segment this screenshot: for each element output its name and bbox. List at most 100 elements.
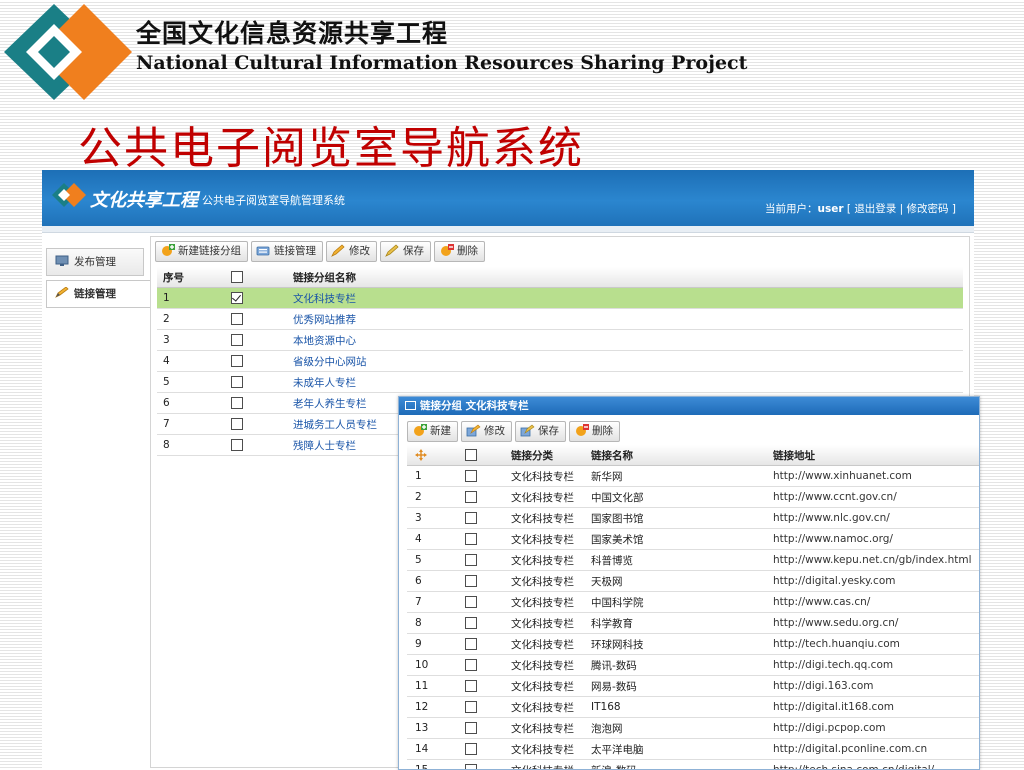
group-name-link[interactable]: 省级分中心网站: [287, 351, 963, 372]
row-category: 文化科技专栏: [503, 655, 583, 676]
row-link-name: IT168: [583, 697, 765, 718]
edit-label: 修改: [349, 245, 370, 257]
col-header-index: 序号: [157, 267, 225, 288]
row-checkbox[interactable]: [465, 617, 477, 629]
move-icon: [415, 449, 427, 461]
table-row[interactable]: 7文化科技专栏中国科学院http://www.cas.cn/: [407, 592, 980, 613]
row-checkbox[interactable]: [465, 638, 477, 650]
row-checkbox[interactable]: [231, 439, 243, 451]
body-top-strip: [42, 226, 974, 233]
table-row[interactable]: 1文化科技专栏新华网http://www.xinhuanet.com: [407, 466, 980, 487]
row-checkbox[interactable]: [465, 722, 477, 734]
row-checkbox[interactable]: [465, 596, 477, 608]
sidebar-item-link-manage[interactable]: 链接管理: [46, 280, 154, 308]
row-checkbox[interactable]: [231, 418, 243, 430]
save-button[interactable]: 保存: [380, 241, 431, 262]
row-checkbox[interactable]: [465, 491, 477, 503]
row-checkbox[interactable]: [465, 743, 477, 755]
table-row[interactable]: 11文化科技专栏网易-数码http://digi.163.com: [407, 676, 980, 697]
edit-button[interactable]: 修改: [326, 241, 377, 262]
popup-title: 链接分组 文化科技专栏: [420, 400, 529, 412]
row-index: 4: [157, 351, 225, 372]
select-all-checkbox[interactable]: [465, 449, 477, 461]
row-select: [225, 330, 287, 351]
table-row[interactable]: 5未成年人专栏: [157, 372, 963, 393]
row-category: 文化科技专栏: [503, 613, 583, 634]
table-row[interactable]: 15文化科技专栏新浪-数码http://tech.sina.com.cn/dig…: [407, 760, 980, 770]
row-link-name: 新华网: [583, 466, 765, 487]
table-row[interactable]: 2优秀网站推荐: [157, 309, 963, 330]
row-checkbox[interactable]: [231, 397, 243, 409]
row-checkbox[interactable]: [231, 355, 243, 367]
group-name-link[interactable]: 未成年人专栏: [287, 372, 963, 393]
row-checkbox[interactable]: [465, 470, 477, 482]
table-row[interactable]: 12文化科技专栏IT168http://digital.it168.com: [407, 697, 980, 718]
row-checkbox[interactable]: [231, 292, 243, 304]
group-name-link[interactable]: 本地资源中心: [287, 330, 963, 351]
sidebar-item-publish[interactable]: 发布管理: [46, 248, 144, 276]
table-row[interactable]: 2文化科技专栏中国文化部http://www.ccnt.gov.cn/: [407, 487, 980, 508]
table-row[interactable]: 9文化科技专栏环球网科技http://tech.huanqiu.com: [407, 634, 980, 655]
group-name-link[interactable]: 文化科技专栏: [287, 288, 963, 309]
popup-title-bar[interactable]: 链接分组 文化科技专栏: [399, 397, 979, 415]
popup-delete-button[interactable]: 删除: [569, 421, 620, 442]
popup-save-button[interactable]: 保存: [515, 421, 566, 442]
row-checkbox[interactable]: [231, 313, 243, 325]
popup-delete-label: 删除: [592, 425, 613, 437]
link-table: 链接分类 链接名称 链接地址 1文化科技专栏新华网http://www.xinh…: [407, 445, 980, 770]
table-row[interactable]: 6文化科技专栏天极网http://digital.yesky.com: [407, 571, 980, 592]
link-rows: 1文化科技专栏新华网http://www.xinhuanet.com2文化科技专…: [407, 466, 980, 770]
row-link-url: http://digi.tech.qq.com: [765, 655, 980, 676]
row-checkbox[interactable]: [231, 376, 243, 388]
row-checkbox[interactable]: [465, 554, 477, 566]
table-row[interactable]: 4文化科技专栏国家美术馆http://www.namoc.org/: [407, 529, 980, 550]
row-link-name: 泡泡网: [583, 718, 765, 739]
delete-button[interactable]: 删除: [434, 241, 485, 262]
row-checkbox[interactable]: [465, 512, 477, 524]
row-checkbox[interactable]: [465, 575, 477, 587]
row-select: [225, 435, 287, 456]
table-row[interactable]: 5文化科技专栏科普博览http://www.kepu.net.cn/gb/ind…: [407, 550, 980, 571]
current-user-label: 当前用户：: [765, 203, 818, 215]
row-checkbox[interactable]: [231, 334, 243, 346]
row-checkbox[interactable]: [465, 680, 477, 692]
col-header-link-url: 链接地址: [765, 445, 980, 466]
table-row[interactable]: 14文化科技专栏太平洋电脑http://digital.pconline.com…: [407, 739, 980, 760]
link-manage-button[interactable]: 链接管理: [251, 241, 323, 262]
new-link-group-button[interactable]: 新建链接分组: [155, 241, 248, 262]
row-link-name: 新浪-数码: [583, 760, 765, 770]
row-checkbox[interactable]: [465, 701, 477, 713]
logout-link[interactable]: 退出登录: [854, 203, 896, 215]
row-link-url: http://tech.huanqiu.com: [765, 634, 980, 655]
popup-edit-button[interactable]: 修改: [461, 421, 512, 442]
row-checkbox[interactable]: [465, 764, 477, 770]
row-select: [457, 697, 503, 718]
table-row[interactable]: 3本地资源中心: [157, 330, 963, 351]
edit-icon: [331, 244, 346, 257]
sidebar-item-label: 链接管理: [74, 288, 116, 300]
row-link-name: 国家美术馆: [583, 529, 765, 550]
table-row[interactable]: 3文化科技专栏国家图书馆http://www.nlc.gov.cn/: [407, 508, 980, 529]
row-checkbox[interactable]: [465, 533, 477, 545]
table-row[interactable]: 4 省级分中心网站: [157, 351, 963, 372]
select-all-checkbox[interactable]: [231, 271, 243, 283]
row-link-url: http://www.kepu.net.cn/gb/index.html: [765, 550, 980, 571]
table-row[interactable]: 1文化科技专栏: [157, 288, 963, 309]
row-checkbox[interactable]: [465, 659, 477, 671]
table-row[interactable]: 8文化科技专栏科学教育http://www.sedu.org.cn/: [407, 613, 980, 634]
change-password-link[interactable]: 修改密码: [907, 203, 949, 215]
row-select: [225, 372, 287, 393]
bracket-close: ]: [952, 203, 956, 215]
row-select: [457, 655, 503, 676]
row-index: 15: [407, 760, 457, 770]
app-logo-icon: [52, 182, 86, 208]
table-row[interactable]: 13文化科技专栏泡泡网http://digi.pcpop.com: [407, 718, 980, 739]
table-row[interactable]: 10文化科技专栏腾讯-数码http://digi.tech.qq.com: [407, 655, 980, 676]
row-index: 4: [407, 529, 457, 550]
group-name-link[interactable]: 优秀网站推荐: [287, 309, 963, 330]
popup-new-button[interactable]: 新建: [407, 421, 458, 442]
row-select: [225, 393, 287, 414]
sidebar: 发布管理 链接管理: [46, 248, 144, 312]
slide-header: 全国文化信息资源共享工程 National Cultural Informati…: [0, 0, 1024, 110]
table-header-row: 链接分类 链接名称 链接地址: [407, 445, 980, 466]
